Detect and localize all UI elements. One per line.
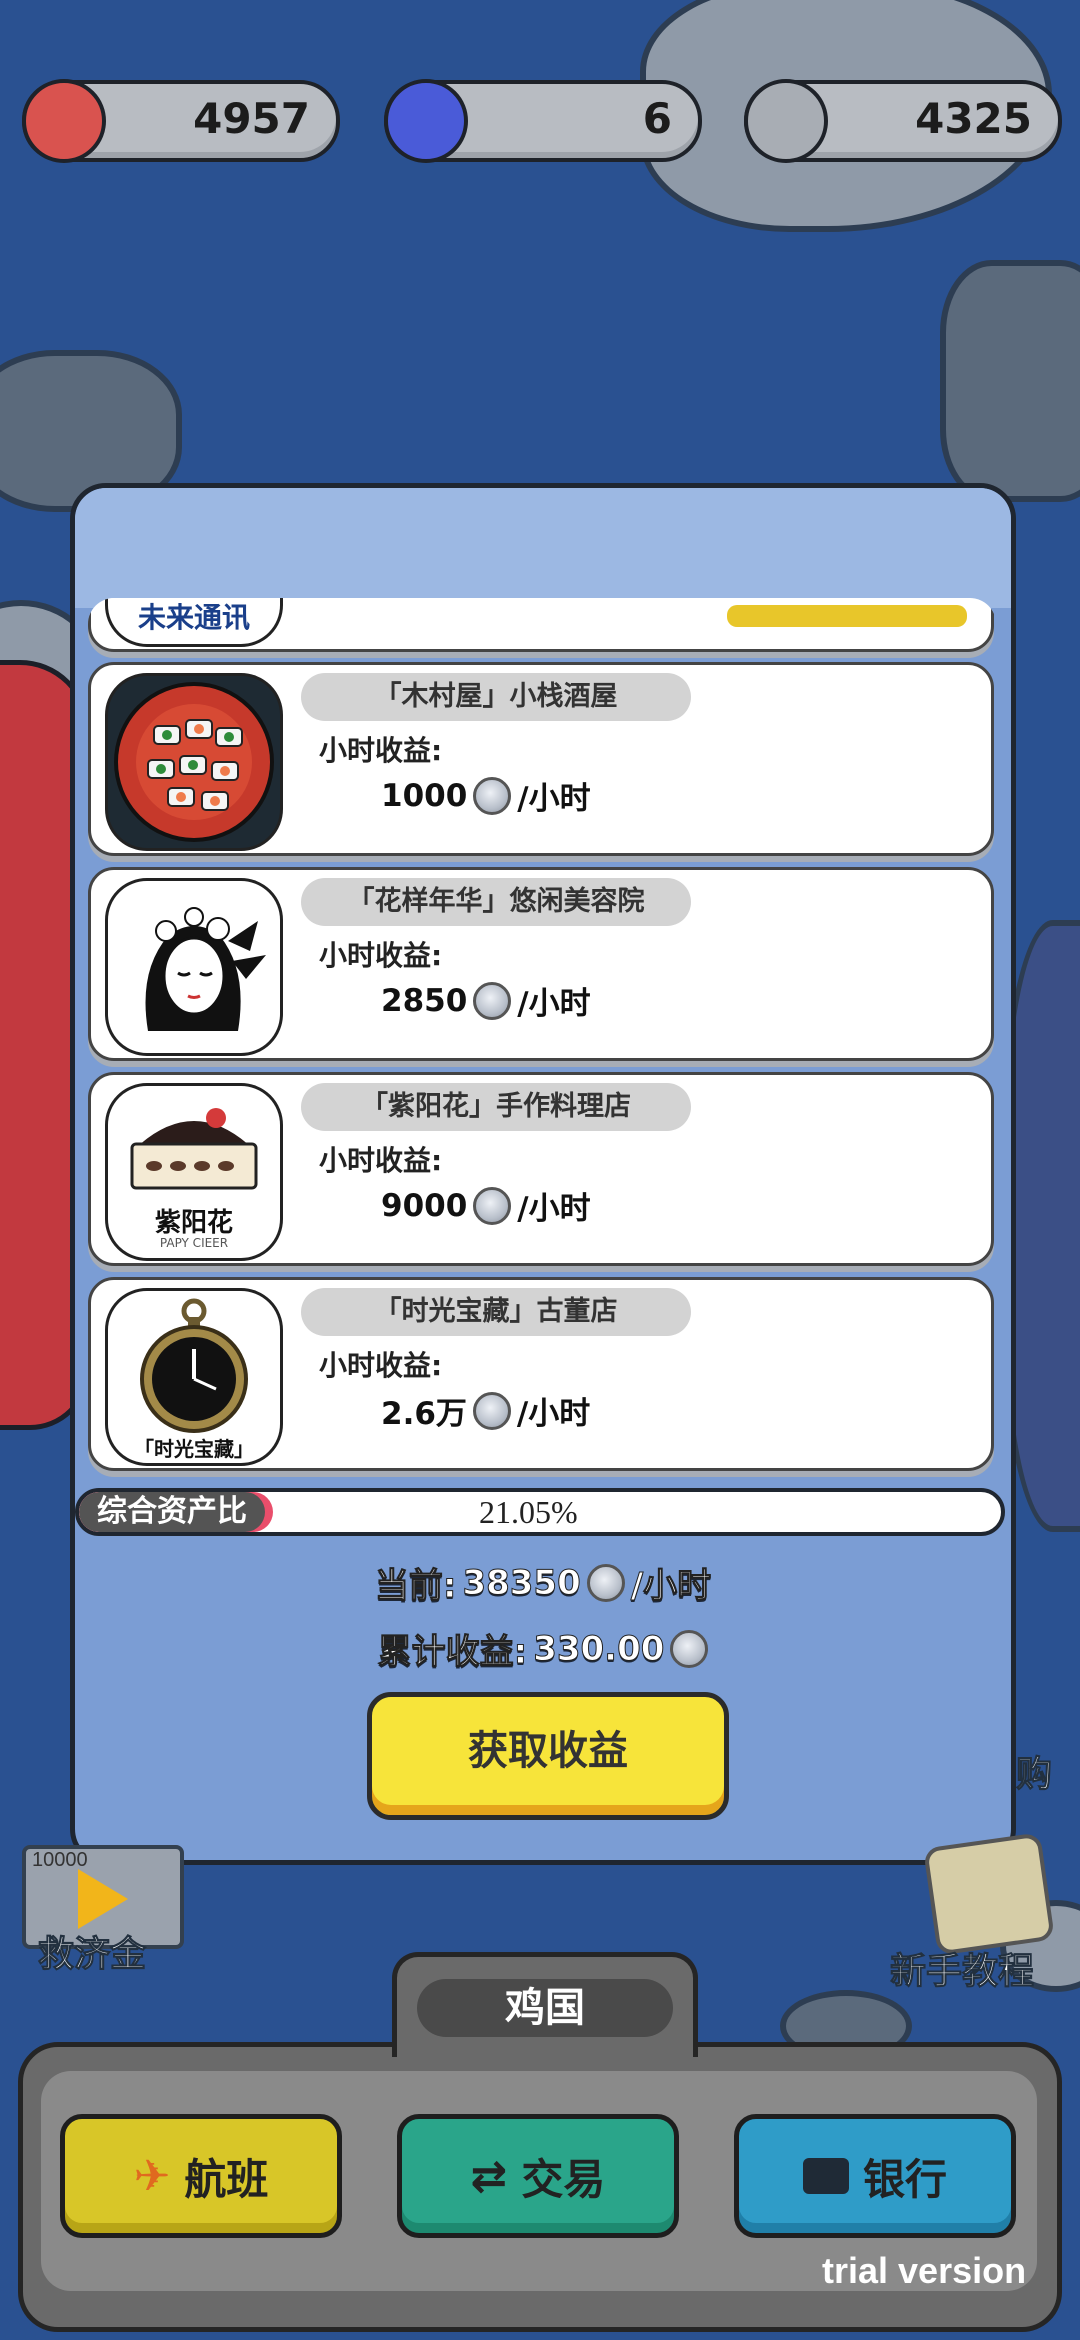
partial-collect-button[interactable]	[727, 605, 967, 627]
silver-coin-icon	[670, 1629, 709, 1668]
income-label: 小时收益:	[319, 939, 443, 972]
silver-coin-icon	[472, 1391, 511, 1430]
accumulated-income-label: 累计收益:	[377, 1632, 528, 1673]
partial-logo-text: 未来通讯	[137, 601, 250, 634]
current-income: 当前: 38350 /小时	[75, 1558, 1011, 1607]
income-rate-unit: /小时	[517, 1191, 591, 1227]
shop-card[interactable]: 「时光宝藏」 「时光宝藏」古董店 小时收益: 2.6万/小时	[88, 1277, 994, 1471]
income-rate-value: 2.6万	[381, 1396, 467, 1432]
shop-name: 「时光宝藏」古董店	[301, 1288, 691, 1336]
silver-coin-icon	[586, 1563, 625, 1602]
income-rate-value: 2850	[381, 982, 468, 1019]
income-label: 小时收益:	[319, 1144, 443, 1177]
currency-rabbit: 4957	[22, 79, 340, 163]
red-rabbit-coin-icon	[22, 79, 106, 163]
trade-label: 交易	[521, 2154, 606, 2204]
silver-coin-icon	[473, 776, 512, 815]
shop-card[interactable]: 「木村屋」小栈酒屋 小时收益: 1000/小时	[88, 662, 994, 856]
currency-gem-value: 6	[642, 94, 672, 143]
silver-coin-icon	[473, 1186, 512, 1225]
income-rate: 2850/小时	[381, 978, 591, 1023]
income-panel: 未来通讯 「木村屋」小栈酒屋 小时收益: 1000 /小时 「花样年华」悠闲美容…	[70, 483, 1016, 1865]
watch-logo-text: 「时光宝藏」	[134, 1437, 254, 1461]
exchange-arrows-icon: ⇄	[470, 2150, 508, 2202]
play-icon	[78, 1869, 128, 1929]
currency-gem: 6	[384, 79, 702, 163]
shop-name: 「紫阳花」手作料理店	[301, 1083, 691, 1131]
sushi-plate-icon	[105, 673, 283, 851]
asset-ratio-percent: 21.05%	[479, 1494, 578, 1530]
woman-portrait-icon	[105, 878, 283, 1056]
accumulated-income-value: 330.00	[533, 1628, 665, 1669]
panel-header	[75, 488, 1011, 608]
partial-logo-icon: 未来通讯	[105, 598, 283, 647]
airplane-icon: ✈	[133, 2150, 171, 2202]
income-rate-value: 1000	[381, 777, 468, 814]
relief-fund-label[interactable]: 救济金	[37, 1925, 146, 1977]
shop-card-partial[interactable]: 未来通讯	[88, 598, 994, 652]
shop-card[interactable]: 紫阳花 PAPY CIEER 「紫阳花」手作料理店 小时收益: 9000/小时	[88, 1072, 994, 1266]
asset-ratio-bar: 综合资产比 21.05%	[75, 1488, 1005, 1536]
trial-version-watermark: trial version	[822, 2250, 1027, 2291]
shop-name: 「花样年华」悠闲美容院	[301, 878, 691, 926]
income-label: 小时收益:	[319, 1349, 443, 1382]
pocket-watch-icon: 「时光宝藏」	[105, 1288, 283, 1466]
asset-ratio-label: 综合资产比	[79, 1492, 265, 1532]
income-rate-unit: /小时	[517, 986, 591, 1022]
currency-silver: 4325	[744, 79, 1062, 163]
cake-logo-text: 紫阳花	[154, 1208, 233, 1238]
accumulated-income: 累计收益: 330.00	[75, 1624, 1011, 1673]
income-rate-unit: /小时	[516, 1396, 591, 1432]
income-rate-value: 9000	[381, 1187, 468, 1224]
shop-card[interactable]: 「花样年华」悠闲美容院 小时收益: 2850/小时	[88, 867, 994, 1061]
flight-label: 航班	[184, 2154, 269, 2204]
collect-income-button[interactable]: 获取收益	[367, 1692, 729, 1820]
tutorial-scroll-icon[interactable]	[923, 1832, 1055, 1956]
currency-rabbit-value: 4957	[193, 94, 310, 143]
current-income-value: 38350	[462, 1562, 581, 1603]
bank-label: 银行	[862, 2154, 947, 2204]
trade-button[interactable]: ⇄ 交易	[397, 2114, 679, 2238]
shop-name: 「木村屋」小栈酒屋	[301, 673, 691, 721]
tutorial-label[interactable]: 新手教程	[889, 1942, 1034, 1994]
wallet-icon	[802, 2158, 849, 2194]
income-rate: 9000/小时	[381, 1183, 591, 1228]
income-rate-unit: /小时	[517, 781, 591, 817]
currency-silver-value: 4325	[915, 94, 1032, 143]
income-rate: 2.6万/小时	[381, 1388, 590, 1433]
current-income-unit: /小时	[630, 1566, 712, 1607]
cake-logo-icon: 紫阳花 PAPY CIEER	[105, 1083, 283, 1261]
shop-list[interactable]: 未来通讯 「木村屋」小栈酒屋 小时收益: 1000 /小时 「花样年华」悠闲美容…	[88, 598, 996, 1588]
region-name: 鸡国	[417, 1979, 673, 2037]
cake-logo-subtext: PAPY CIEER	[159, 1236, 229, 1250]
buy-label[interactable]: 购	[1015, 1745, 1052, 1797]
region-tab[interactable]: 鸡国	[392, 1952, 698, 2057]
current-income-label: 当前:	[374, 1566, 457, 1607]
bank-button[interactable]: 银行	[734, 2114, 1016, 2238]
income-label: 小时收益:	[319, 734, 443, 767]
silver-coin-icon	[473, 981, 512, 1020]
silver-coin-icon	[744, 79, 828, 163]
blue-gem-coin-icon	[384, 79, 468, 163]
flight-button[interactable]: ✈ 航班	[60, 2114, 342, 2238]
income-rate: 1000/小时	[381, 773, 591, 818]
